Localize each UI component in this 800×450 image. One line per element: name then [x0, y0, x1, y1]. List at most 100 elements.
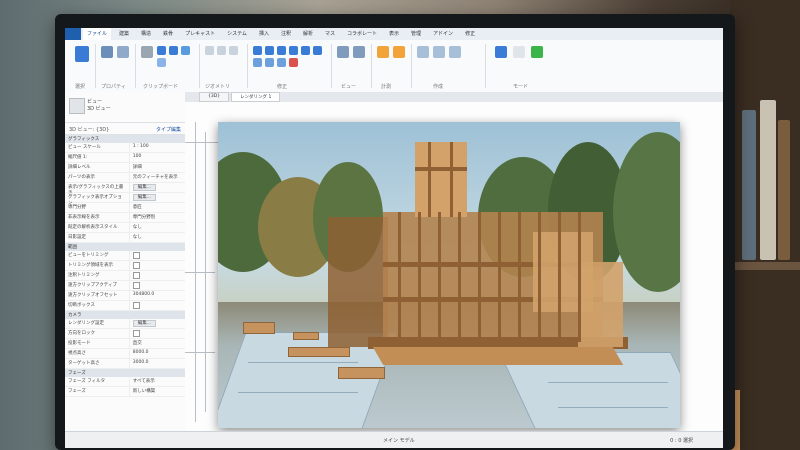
- property-row[interactable]: 詳細レベル 詳細: [65, 163, 185, 173]
- array-icon[interactable]: [253, 58, 262, 67]
- offset-icon[interactable]: [265, 46, 274, 55]
- ribbon-tab-view[interactable]: 表示: [385, 28, 403, 40]
- property-value[interactable]: 3000.0: [130, 359, 185, 368]
- instance-filter[interactable]: 3D ビュー: {3D} タイプ編集: [65, 123, 185, 135]
- view-icon[interactable]: [337, 46, 349, 58]
- type-properties-icon[interactable]: [117, 46, 129, 58]
- ribbon-tab-collaborate[interactable]: コラボレート: [343, 28, 381, 40]
- copy-icon[interactable]: [169, 46, 178, 55]
- property-row[interactable]: 縮尺値 1: 100: [65, 153, 185, 163]
- finish-icon[interactable]: [531, 46, 543, 58]
- edit-family-icon[interactable]: [495, 46, 507, 58]
- ribbon-tab-file[interactable]: ファイル: [83, 28, 112, 40]
- ribbon-tab-insert[interactable]: 挿入: [255, 28, 273, 40]
- section-header[interactable]: フェーズ: [65, 369, 185, 377]
- property-value[interactable]: 8000.0: [130, 349, 185, 358]
- property-row[interactable]: 投影モード 直交: [65, 339, 185, 349]
- trim-icon[interactable]: [313, 46, 322, 55]
- property-row[interactable]: 方向をロック: [65, 329, 185, 339]
- property-value[interactable]: 意匠: [130, 203, 185, 212]
- measure-icon[interactable]: [377, 46, 389, 58]
- tab-3d-view[interactable]: {3D}: [199, 92, 230, 102]
- ribbon-tab-massing[interactable]: マス: [321, 28, 339, 40]
- create-group-icon[interactable]: [433, 46, 445, 58]
- property-value[interactable]: 1 : 100: [130, 143, 185, 152]
- ribbon-tab-architecture[interactable]: 建築: [115, 28, 133, 40]
- align-icon[interactable]: [253, 46, 262, 55]
- property-value[interactable]: 専門分野別: [130, 213, 185, 222]
- section-header[interactable]: カメラ: [65, 311, 185, 319]
- join-icon[interactable]: [181, 46, 190, 55]
- ribbon-tab-structure[interactable]: 構造: [137, 28, 155, 40]
- create-part-icon[interactable]: [417, 46, 429, 58]
- move-icon[interactable]: [289, 46, 298, 55]
- property-row[interactable]: 注釈トリミング: [65, 271, 185, 281]
- mode-icon[interactable]: [513, 46, 525, 58]
- edit-button[interactable]: 編集...: [132, 184, 157, 191]
- lock-orientation-checkbox[interactable]: [132, 330, 140, 337]
- cut-icon[interactable]: [157, 46, 166, 55]
- edit-button[interactable]: 編集...: [132, 320, 157, 327]
- split-face-icon[interactable]: [229, 46, 238, 55]
- property-value[interactable]: 元のフィーチャを表示: [130, 173, 185, 182]
- pin-icon[interactable]: [277, 58, 286, 67]
- property-value[interactable]: なし: [130, 223, 185, 232]
- property-value[interactable]: すべて表示: [130, 377, 185, 386]
- property-value[interactable]: なし: [130, 233, 185, 242]
- active-workset[interactable]: メイン モデル: [383, 437, 415, 444]
- property-row[interactable]: 表示/グラフィックスの上書き 編集...: [65, 183, 185, 196]
- property-row[interactable]: フェーズ フィルタ すべて表示: [65, 377, 185, 387]
- edit-button[interactable]: 編集...: [132, 194, 157, 201]
- property-row[interactable]: 視点高さ 8000.0: [65, 349, 185, 359]
- section-box-icon[interactable]: [353, 46, 365, 58]
- ribbon-tab-systems[interactable]: システム: [223, 28, 251, 40]
- scale-icon[interactable]: [265, 58, 274, 67]
- ribbon-tab-precast[interactable]: プレキャスト: [181, 28, 219, 40]
- ribbon-tab-annotate[interactable]: 注釈: [277, 28, 295, 40]
- property-row[interactable]: 既定の解析表示スタイル なし: [65, 223, 185, 233]
- property-row[interactable]: パーツの表示 元のフィーチャを表示: [65, 173, 185, 183]
- property-row[interactable]: 専門分野 意匠: [65, 203, 185, 213]
- dimension-icon[interactable]: [393, 46, 405, 58]
- property-value[interactable]: 直交: [130, 339, 185, 348]
- property-row[interactable]: 日影設定 なし: [65, 233, 185, 243]
- section-header[interactable]: 範囲: [65, 243, 185, 251]
- edit-type-button[interactable]: タイプ編集: [156, 126, 181, 133]
- paste-icon[interactable]: [141, 46, 153, 58]
- tab-rendering[interactable]: レンダリング 1: [231, 92, 281, 102]
- application-menu-button[interactable]: [65, 28, 81, 40]
- section-box-checkbox[interactable]: [132, 302, 140, 309]
- property-row[interactable]: 切断ボックス: [65, 301, 185, 311]
- far-clip-checkbox[interactable]: [132, 282, 140, 289]
- annotation-crop-checkbox[interactable]: [132, 272, 140, 279]
- property-row[interactable]: 遠方クリップアクティブ: [65, 281, 185, 291]
- property-row[interactable]: トリミング領域を表示: [65, 261, 185, 271]
- ribbon-tab-modify[interactable]: 修正: [461, 28, 479, 40]
- property-value[interactable]: 304800.0: [130, 291, 185, 300]
- property-row[interactable]: グラフィック表示オプション 編集...: [65, 193, 185, 206]
- property-value[interactable]: 詳細: [130, 163, 185, 172]
- cope-icon[interactable]: [205, 46, 214, 55]
- mirror-icon[interactable]: [277, 46, 286, 55]
- ribbon-tab-addins[interactable]: アドイン: [429, 28, 457, 40]
- ribbon-tab-analyze[interactable]: 解析: [299, 28, 317, 40]
- rotate-icon[interactable]: [301, 46, 310, 55]
- crop-view-checkbox[interactable]: [132, 252, 140, 259]
- modify-tool-icon[interactable]: [75, 46, 89, 62]
- property-row[interactable]: ターゲット高さ 3000.0: [65, 359, 185, 369]
- property-row[interactable]: レンダリング設定 編集...: [65, 319, 185, 329]
- type-selector[interactable]: ビュー 3D ビュー: [65, 92, 185, 123]
- crop-region-checkbox[interactable]: [132, 262, 140, 269]
- property-row[interactable]: フェーズ 新しい構築: [65, 387, 185, 397]
- property-value[interactable]: 新しい構築: [130, 387, 185, 396]
- ribbon-tab-steel[interactable]: 鉄骨: [159, 28, 177, 40]
- property-row[interactable]: ビュー スケール 1 : 100: [65, 143, 185, 153]
- ribbon-tab-manage[interactable]: 管理: [407, 28, 425, 40]
- cut-geometry-icon[interactable]: [217, 46, 226, 55]
- property-row[interactable]: 遠方クリップオフセット 304800.0: [65, 291, 185, 301]
- property-row[interactable]: 非表示線を表示 専門分野別: [65, 213, 185, 223]
- properties-icon[interactable]: [101, 46, 113, 58]
- property-row[interactable]: ビューをトリミング: [65, 251, 185, 261]
- delete-icon[interactable]: [289, 58, 298, 67]
- create-assembly-icon[interactable]: [449, 46, 461, 58]
